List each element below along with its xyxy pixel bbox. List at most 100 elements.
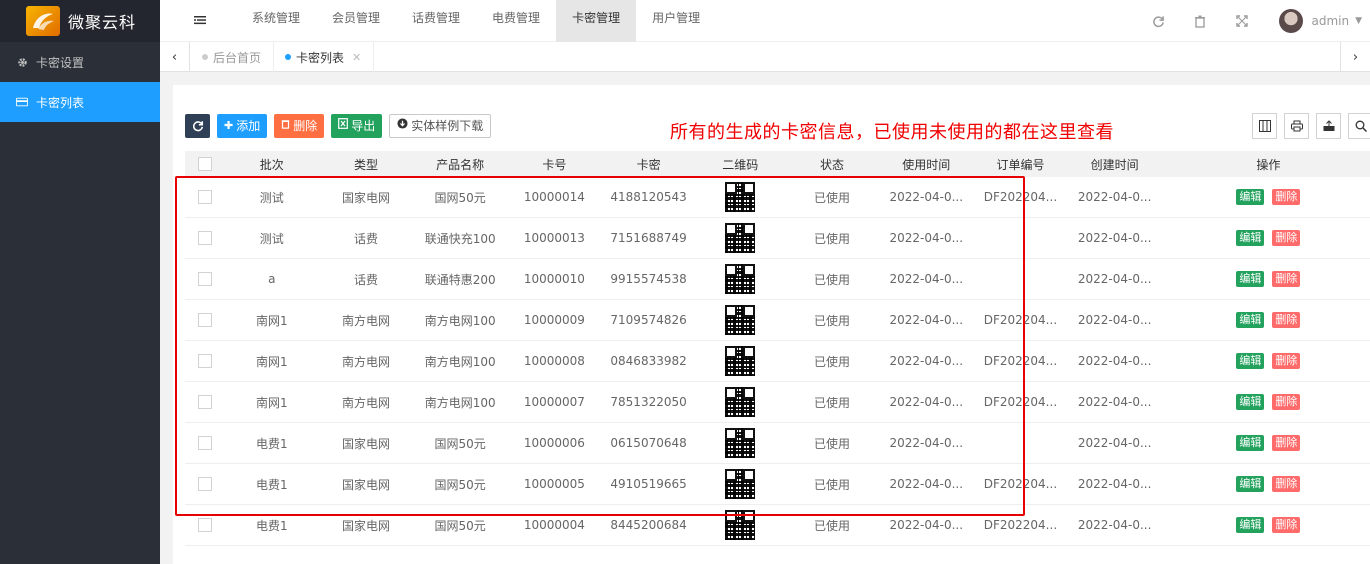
row-checkbox[interactable] (197, 231, 212, 245)
cell-actions: 编辑 删除 (1162, 312, 1370, 328)
edit-button[interactable]: 编辑 (1236, 271, 1265, 287)
qr-code-icon[interactable] (725, 182, 756, 212)
row-delete-button[interactable]: 删除 (1272, 517, 1301, 533)
top-navigation: 系统管理 会员管理 话费管理 电费管理 卡密管理 用户管理 admin ▼ (160, 0, 1370, 42)
row-checkbox[interactable] (197, 313, 212, 327)
header-status[interactable]: 状态 (785, 156, 879, 173)
cell-created: 2022-04-0... (1077, 313, 1152, 327)
cell-qr (696, 469, 785, 499)
chevron-down-icon[interactable]: ▼ (1355, 16, 1362, 26)
header-order-no[interactable]: 订单编号 (973, 156, 1067, 173)
edit-button[interactable]: 编辑 (1236, 312, 1265, 328)
cell-batch: 电费1 (255, 436, 288, 451)
cell-used-time: 2022-04-0... (889, 231, 964, 245)
row-checkbox[interactable] (197, 190, 212, 204)
row-checkbox[interactable] (197, 354, 212, 368)
cell-product: 联通快充100 (424, 231, 496, 246)
header-created[interactable]: 创建时间 (1068, 156, 1162, 173)
refresh-icon[interactable] (1137, 0, 1179, 42)
user-name[interactable]: admin (1311, 14, 1349, 28)
columns-icon[interactable] (1252, 113, 1277, 139)
delete-button-label: 删除 (293, 119, 318, 133)
row-delete-button[interactable]: 删除 (1272, 271, 1301, 287)
sample-download-button[interactable]: 实体样例下载 (389, 114, 492, 138)
sidebar-item-label: 卡密设置 (36, 55, 85, 70)
row-delete-button[interactable]: 删除 (1272, 476, 1301, 492)
cell-qr (696, 510, 785, 540)
edit-button[interactable]: 编辑 (1236, 353, 1265, 369)
tab-phone-fee[interactable]: 话费管理 (396, 0, 476, 42)
edit-button[interactable]: 编辑 (1236, 435, 1265, 451)
refresh-button[interactable] (185, 114, 210, 138)
row-select-cell (185, 436, 225, 450)
row-select-cell (185, 395, 225, 409)
tab-card-management[interactable]: 卡密管理 (556, 0, 637, 42)
table-toolbar: ✚ 添加 删除 导出 实体样例下载 (185, 114, 498, 138)
page-tab-home[interactable]: 后台首页 (190, 42, 275, 72)
delete-button[interactable]: 删除 (274, 114, 325, 138)
edit-button[interactable]: 编辑 (1236, 189, 1265, 205)
tab-users[interactable]: 用户管理 (636, 0, 716, 42)
row-checkbox[interactable] (197, 436, 212, 450)
row-delete-button[interactable]: 删除 (1272, 230, 1301, 246)
row-checkbox[interactable] (197, 395, 212, 409)
cell-card-no: 10000014 (523, 190, 585, 204)
page-tab-label: 卡密列表 (296, 50, 345, 65)
select-all-checkbox[interactable] (197, 157, 212, 171)
fullscreen-icon[interactable] (1221, 0, 1263, 42)
close-icon[interactable]: ✕ (352, 51, 361, 64)
edit-button[interactable]: 编辑 (1236, 517, 1265, 533)
menu-toggle-icon[interactable] (194, 13, 208, 27)
qr-code-icon[interactable] (725, 387, 756, 417)
export-button[interactable]: 导出 (331, 114, 383, 138)
search-icon[interactable] (1348, 113, 1370, 139)
refresh-icon (192, 121, 203, 132)
avatar[interactable] (1279, 9, 1304, 33)
header-used-time[interactable]: 使用时间 (879, 156, 973, 173)
edit-button[interactable]: 编辑 (1236, 476, 1265, 492)
add-button[interactable]: ✚ 添加 (217, 114, 268, 138)
cell-password: 7151688749 (610, 231, 687, 245)
edit-button[interactable]: 编辑 (1236, 394, 1265, 410)
trash-icon[interactable] (1179, 0, 1221, 42)
qr-code-icon[interactable] (725, 264, 756, 294)
cell-qr (696, 223, 785, 253)
sidebar-item-card-settings[interactable]: 卡密设置 (0, 42, 160, 82)
qr-code-icon[interactable] (725, 469, 756, 499)
sidebar-item-card-list[interactable]: 卡密列表 (0, 82, 160, 122)
edit-button[interactable]: 编辑 (1236, 230, 1265, 246)
qr-code-icon[interactable] (725, 223, 756, 253)
row-delete-button[interactable]: 删除 (1272, 189, 1301, 205)
cell-batch: 南网1 (255, 354, 288, 369)
tab-system[interactable]: 系统管理 (236, 0, 316, 42)
cell-card-no: 10000009 (523, 313, 585, 327)
header-card-no[interactable]: 卡号 (507, 156, 601, 173)
row-checkbox[interactable] (197, 518, 212, 532)
header-batch[interactable]: 批次 (225, 156, 319, 173)
row-checkbox[interactable] (197, 272, 212, 286)
qr-code-icon[interactable] (725, 510, 756, 540)
content-card: ✚ 添加 删除 导出 实体样例下载 所有的生成的卡密信息，已使用未使用的都在这里… (173, 85, 1370, 564)
row-delete-button[interactable]: 删除 (1272, 353, 1301, 369)
qr-code-icon[interactable] (725, 346, 756, 376)
row-select-cell (185, 231, 225, 245)
qr-code-icon[interactable] (725, 428, 756, 458)
row-checkbox[interactable] (197, 477, 212, 491)
export-tool-icon[interactable] (1316, 113, 1341, 139)
tabs-scroll-left-icon[interactable]: ‹ (160, 42, 190, 72)
row-delete-button[interactable]: 删除 (1272, 435, 1301, 451)
page-tab-card-list[interactable]: 卡密列表 ✕ (273, 42, 375, 72)
cell-order-no: DF202204... (983, 518, 1058, 532)
print-icon[interactable] (1284, 113, 1309, 139)
tab-electric-fee[interactable]: 电费管理 (476, 0, 556, 42)
tab-members[interactable]: 会员管理 (316, 0, 396, 42)
header-qr[interactable]: 二维码 (696, 156, 785, 173)
header-type[interactable]: 类型 (319, 156, 413, 173)
qr-code-icon[interactable] (725, 305, 756, 335)
header-product[interactable]: 产品名称 (413, 156, 507, 173)
row-delete-button[interactable]: 删除 (1272, 394, 1301, 410)
header-password[interactable]: 卡密 (601, 156, 695, 173)
export-button-label: 导出 (351, 119, 376, 133)
tabs-scroll-right-icon[interactable]: › (1340, 42, 1370, 72)
row-delete-button[interactable]: 删除 (1272, 312, 1301, 328)
